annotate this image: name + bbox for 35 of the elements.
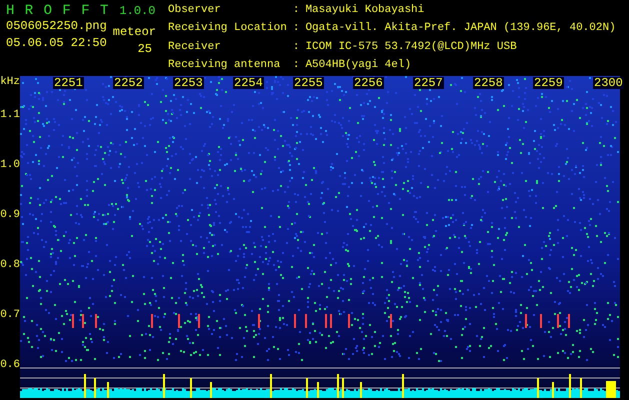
axis-tick-label: 0.6: [0, 358, 20, 373]
info-separator: :: [292, 58, 300, 73]
date-time: 05.06.05 22:50: [6, 36, 107, 52]
time-label: 2253: [173, 77, 204, 89]
app-name: H R O F F T: [6, 3, 110, 19]
info-value: Ogata-vill. Akita-Pref. JAPAN (139.96E, 40.02N): [305, 21, 616, 36]
time-label: 2257: [413, 77, 444, 89]
axis-unit: kHz: [0, 76, 20, 90]
time-label: 2251: [53, 77, 84, 89]
time-label: 2258: [473, 77, 504, 89]
info-value: ICOM IC-575 53.7492(@LCD)MHz USB: [305, 40, 518, 54]
time-label: 2255: [293, 77, 324, 89]
time-label: 2256: [353, 77, 384, 89]
info-separator: :: [292, 3, 300, 18]
info-value: Masayuki Kobayashi: [305, 3, 426, 18]
info-separator: :: [292, 21, 300, 36]
time-label: 2254: [233, 77, 264, 89]
axis-tick-label: 1.0: [0, 158, 20, 173]
axis-tick-label: 0.8: [0, 258, 20, 273]
axis-tick-label: 0.9: [0, 208, 20, 223]
time-label: 2300: [593, 77, 624, 89]
axis-tick-label: 0.7: [0, 308, 20, 323]
info-label: Receiving antenna: [168, 58, 282, 73]
meteor-label: meteor: [112, 24, 156, 36]
time-label: 2252: [113, 77, 144, 89]
time-label: 2259: [533, 77, 564, 89]
info-label: Receiving Location: [168, 21, 287, 36]
info-label: Observer: [168, 3, 222, 18]
info-label: Receiver: [168, 40, 222, 54]
info-separator: :: [292, 40, 300, 54]
meteor-count: 25: [138, 41, 153, 53]
info-value: A504HB(yagi 4el): [305, 58, 412, 73]
app-version: 1.0.0: [119, 4, 156, 18]
file-name: 0506052250.png: [6, 19, 107, 35]
axis-tick-label: 1.1: [0, 108, 20, 123]
